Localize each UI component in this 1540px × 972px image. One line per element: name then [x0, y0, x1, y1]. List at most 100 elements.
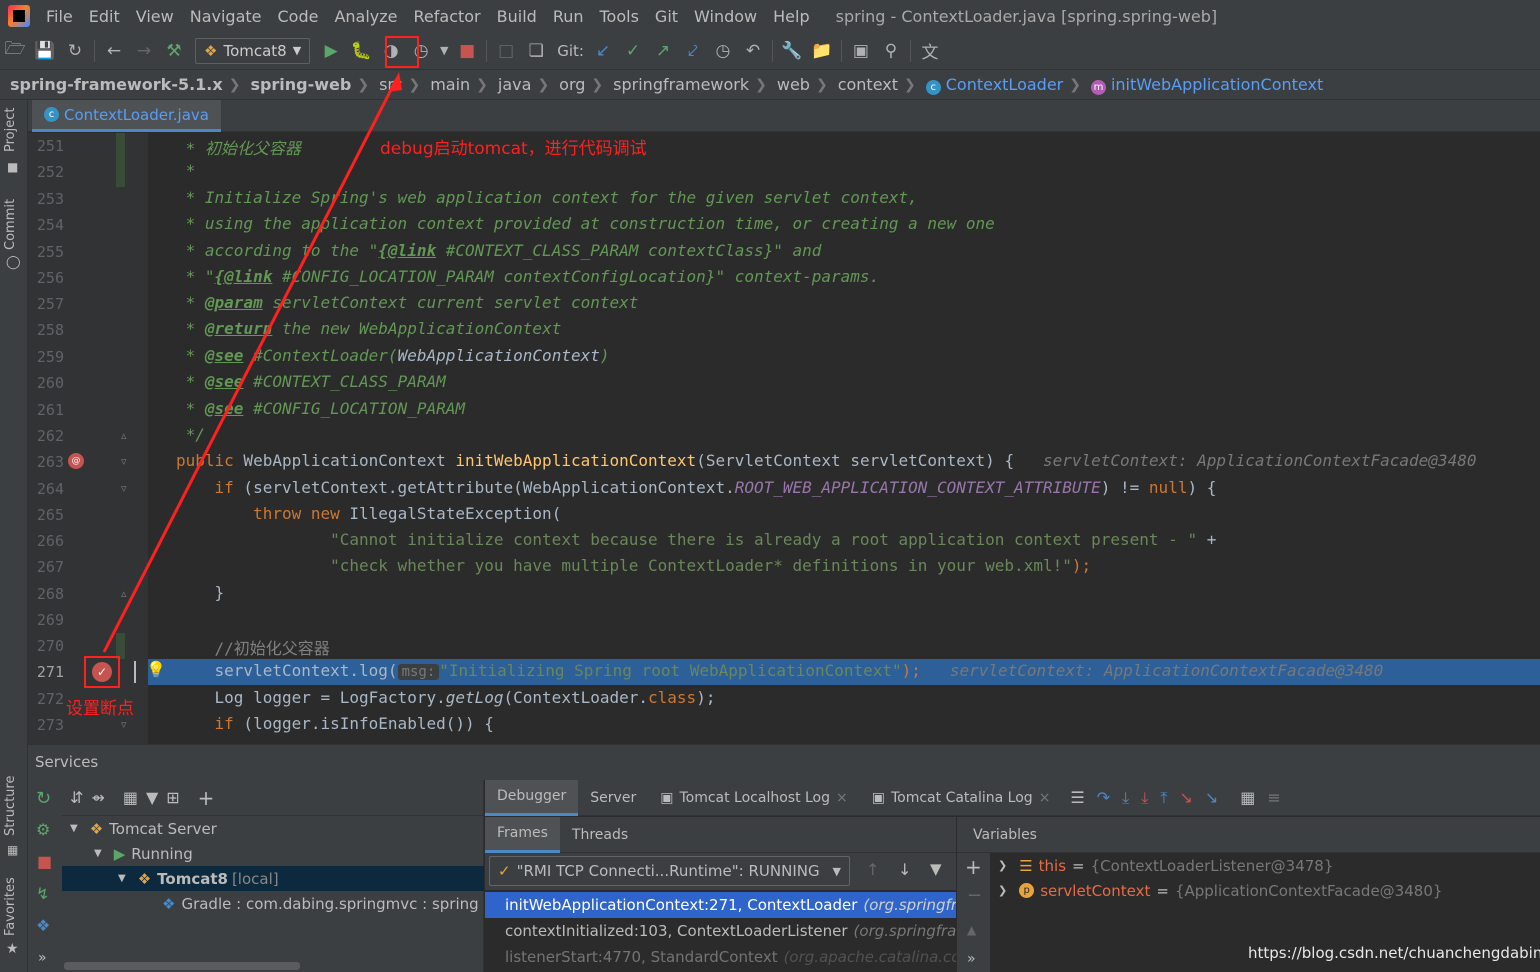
thread-label: "RMI TCP Connecti...Runtime": RUNNING	[516, 862, 820, 880]
debug-annotation-text: debug启动tomcat，进行代码调试	[380, 139, 647, 159]
tab-label: Threads	[571, 826, 629, 843]
stepping-toolbar: ☰ ↷ ⤓ ⤓ ⤒ ↘ ↘ ▦ ≡	[1070, 788, 1280, 808]
debug-side-toolbar: ↻ ⚙ ■ ↯ ❖ »	[28, 780, 62, 972]
chevron-right-icon: ❯	[998, 884, 1008, 897]
filter-icon[interactable]: ▼	[930, 860, 942, 878]
tab-label: Tomcat Localhost Log	[679, 789, 831, 806]
step-over-icon[interactable]: ↷	[1097, 788, 1110, 808]
rerun-icon[interactable]: ↻	[36, 788, 51, 809]
remove-watch-icon[interactable]: −	[967, 885, 982, 906]
variable-value: {ApplicationContextFacade@3480}	[1174, 881, 1443, 900]
frame-method: listenerStart:4770, StandardContext	[505, 948, 778, 966]
frame-method: initWebApplicationContext:271, ContextLo…	[505, 896, 858, 914]
field-list-icon: ☰	[1019, 856, 1033, 875]
tab-threads[interactable]: Threads	[560, 817, 640, 853]
console-icon: ▣	[660, 789, 674, 806]
stop-icon[interactable]: ■	[37, 852, 52, 871]
breakpoint-annotation-text: 设置断点	[66, 699, 134, 719]
tree-label: Tomcat8	[157, 869, 228, 888]
running-icon: ▶	[113, 844, 126, 863]
tree-label: Running	[131, 844, 193, 863]
tab-catalina-log[interactable]: ▣ Tomcat Catalina Log ×	[860, 780, 1063, 816]
frame-method: contextInitialized:103, ContextLoaderLis…	[505, 922, 848, 940]
tree-item-tomcat8[interactable]: ▼ ❖ Tomcat8 [local]	[62, 866, 484, 891]
variable-row[interactable]: ❯ ☰ this = {ContextLoaderListener@3478}	[998, 853, 1333, 878]
tab-label: Debugger	[497, 788, 567, 804]
tree-item-running[interactable]: ▼ ▶ Running	[62, 841, 484, 866]
services-header: Services	[28, 744, 1540, 780]
chevron-down-icon: ▼	[832, 864, 841, 878]
tab-debugger[interactable]: Debugger	[485, 779, 579, 816]
frame-package: (org.springframework.web.context)	[863, 896, 956, 914]
variables-toolbar: + − ▲ »	[957, 853, 990, 972]
checkmark-icon: ✓	[498, 862, 511, 880]
equals-sign: =	[1156, 881, 1169, 900]
tab-label: Tomcat Catalina Log	[890, 789, 1033, 806]
tree-item-gradle-artifact[interactable]: ❖ Gradle : com.dabing.springmvc : spring	[62, 891, 484, 916]
step-into-icon[interactable]: ⤓	[1122, 788, 1129, 808]
chevron-down-icon: ▼	[118, 873, 126, 884]
tree-label: Tomcat Server	[109, 819, 217, 838]
tab-server[interactable]: Server	[578, 780, 648, 816]
run-to-cursor-icon[interactable]: ↘	[1205, 788, 1218, 808]
collapse-all-icon[interactable]: ⇴	[91, 788, 104, 807]
console-icon: ▣	[871, 789, 885, 806]
arrow-down-icon[interactable]: ↓	[898, 860, 911, 879]
parameter-icon: p	[1019, 883, 1035, 898]
frame-row[interactable]: contextInitialized:103, ContextLoaderLis…	[485, 918, 956, 944]
tab-label: Server	[590, 789, 637, 806]
tab-label: Frames	[497, 825, 548, 841]
variable-name: servletContext	[1040, 881, 1151, 900]
chevron-right-icon: ❯	[998, 859, 1008, 872]
tree-item-tomcat-server[interactable]: ▼ ❖ Tomcat Server	[62, 816, 484, 841]
filter-icon[interactable]: ▼	[146, 788, 158, 807]
chevron-down-icon: ▼	[70, 823, 78, 834]
resume-icon[interactable]: ↯	[36, 884, 49, 903]
arrow-up-icon[interactable]: ↑	[866, 860, 879, 879]
add-service-icon[interactable]: +	[198, 786, 215, 810]
tree-label: Gradle : com.dabing.springmvc : spring	[181, 894, 479, 913]
step-out-icon[interactable]: ⤒	[1160, 788, 1167, 808]
tab-frames[interactable]: Frames	[485, 816, 560, 853]
group-icon[interactable]: ▦	[123, 788, 138, 807]
watermark: https://blog.csdn.net/chuanchengdabing	[1248, 944, 1540, 962]
horizontal-scrollbar[interactable]	[64, 962, 300, 970]
variables-title: Variables	[973, 826, 1037, 843]
close-icon[interactable]: ×	[1039, 790, 1051, 806]
new-tab-icon[interactable]: ⊞	[166, 788, 179, 807]
expand-all-icon[interactable]: ⇵	[70, 788, 83, 807]
tomcat-icon: ❖	[89, 819, 104, 838]
move-up-icon[interactable]: ▲	[967, 923, 976, 937]
tomcat-debug-icon: ❖	[137, 869, 152, 888]
variable-row[interactable]: ❯ p servletContext = {ApplicationContext…	[998, 878, 1442, 903]
debugger-tab-bar: Debugger Server ▣ Tomcat Localhost Log × ▣…	[485, 779, 1540, 816]
more-icon[interactable]: »	[38, 950, 47, 966]
frame-row[interactable]: listenerStart:4770, StandardContext (org.…	[485, 944, 956, 970]
equals-sign: =	[1072, 856, 1085, 875]
tab-localhost-log[interactable]: ▣ Tomcat Localhost Log ×	[648, 780, 860, 816]
add-watch-icon[interactable]: +	[965, 855, 982, 879]
drop-frame-icon[interactable]: ↘	[1179, 788, 1192, 808]
artifact-icon: ❖	[162, 894, 176, 913]
chevron-down-icon: ▼	[94, 848, 102, 859]
trace-icon[interactable]: ≡	[1267, 788, 1280, 808]
debug-rerun-icon[interactable]: ⚙	[36, 820, 50, 839]
tree-label-suffix: [local]	[231, 869, 279, 888]
services-title: Services	[35, 753, 99, 771]
services-toolbar: ⇵ ⇴ ▦ ▼ ⊞ +	[62, 780, 484, 816]
variable-name: this	[1038, 856, 1067, 875]
show-execution-point-icon[interactable]: ☰	[1070, 788, 1084, 808]
force-step-into-icon[interactable]: ⤓	[1141, 788, 1148, 808]
frame-package: (org.apache.catalina.core)	[783, 948, 956, 966]
frame-package: (org.springframework.web.context)	[853, 922, 956, 940]
frames-header: Frames Threads	[485, 816, 956, 853]
close-icon[interactable]: ×	[836, 790, 848, 806]
variables-header: Variables	[957, 817, 1540, 853]
deploy-icon[interactable]: ❖	[36, 916, 50, 935]
services-tree: ⇵ ⇴ ▦ ▼ ⊞ + ▼ ❖ Tomcat Server ▼ ▶ Runnin…	[62, 780, 484, 972]
evaluate-expression-icon[interactable]: ▦	[1240, 788, 1255, 808]
thread-select[interactable]: ✓ "RMI TCP Connecti...Runtime": RUNNING …	[489, 856, 850, 886]
variable-value: {ContextLoaderListener@3478}	[1090, 856, 1334, 875]
more-icon[interactable]: »	[967, 951, 976, 967]
frame-row[interactable]: initWebApplicationContext:271, ContextLo…	[485, 892, 956, 918]
